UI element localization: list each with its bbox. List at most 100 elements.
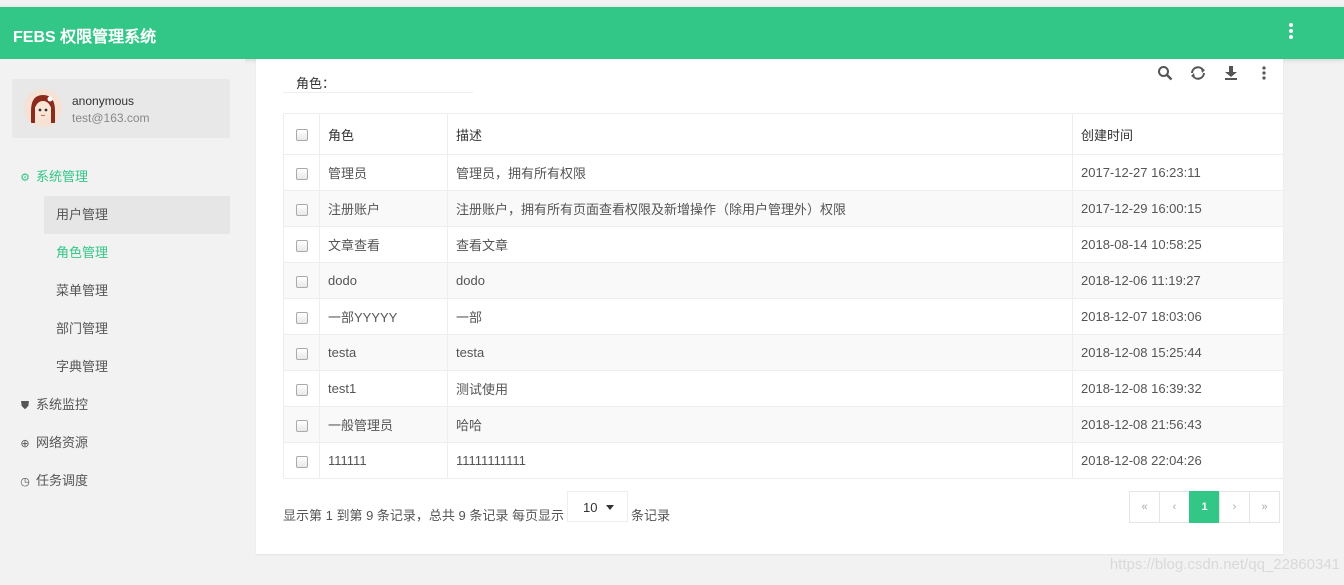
- table-row[interactable]: 一般管理员 哈哈 2018-12-08 21:56:43: [283, 406, 1284, 443]
- page-first-button[interactable]: «: [1129, 491, 1160, 523]
- cell-description: testa: [447, 334, 1073, 371]
- nav-label: 网络资源: [36, 435, 89, 450]
- cell-role: 注册账户: [319, 190, 448, 227]
- cell-created: 2017-12-27 16:23:11: [1072, 154, 1284, 191]
- cell-created: 2017-12-29 16:00:15: [1072, 190, 1284, 227]
- sidebar-item-dictionary[interactable]: 字典管理: [44, 348, 230, 386]
- cell-created: 2018-12-08 15:25:44: [1072, 334, 1284, 371]
- nav-network-resources[interactable]: ⊕ 网络资源: [0, 424, 245, 462]
- select-all-checkbox[interactable]: [295, 129, 308, 142]
- page-size-value: 10: [583, 500, 598, 515]
- sidebar: anonymous test@163.com ⚙ 系统管理 用户管理 角色管理 菜…: [0, 59, 245, 585]
- column-header-role[interactable]: 角色: [319, 113, 448, 155]
- download-icon[interactable]: [1221, 65, 1241, 85]
- table-row[interactable]: testa testa 2018-12-08 15:25:44: [283, 334, 1284, 371]
- row-checkbox[interactable]: [295, 167, 308, 180]
- table-row[interactable]: 一部YYYYY 一部 2018-12-07 18:03:06: [283, 298, 1284, 335]
- cell-role: 111111: [319, 442, 448, 479]
- nav-task-scheduling[interactable]: ◷ 任务调度: [0, 462, 245, 500]
- pagination-suffix: 条记录: [631, 508, 671, 523]
- nav-system-management[interactable]: ⚙ 系统管理: [0, 158, 245, 196]
- cell-role: dodo: [319, 262, 448, 299]
- gear-icon: ⚙: [20, 172, 30, 184]
- refresh-icon[interactable]: [1188, 65, 1208, 85]
- select-all-cell: [283, 113, 320, 155]
- cell-created: 2018-12-06 11:19:27: [1072, 262, 1284, 299]
- avatar: [24, 89, 62, 127]
- row-checkbox-cell: [283, 298, 320, 335]
- chevron-down-icon: [606, 505, 614, 510]
- cell-role: test1: [319, 370, 448, 407]
- row-checkbox-cell: [283, 334, 320, 371]
- cell-description: 测试使用: [447, 370, 1073, 407]
- page-size-select[interactable]: 10: [567, 491, 628, 522]
- table-row[interactable]: 111111 11111111111 2018-12-08 22:04:26: [283, 442, 1284, 479]
- cell-description: dodo: [447, 262, 1073, 299]
- nav-label: 系统管理: [36, 169, 89, 184]
- sidebar-item-roles[interactable]: 角色管理: [44, 234, 230, 272]
- page-prev-button[interactable]: ‹: [1159, 491, 1190, 523]
- row-checkbox[interactable]: [295, 203, 308, 216]
- user-email: test@163.com: [72, 111, 150, 125]
- nav-label: 任务调度: [36, 473, 89, 488]
- row-checkbox-cell: [283, 154, 320, 191]
- row-checkbox[interactable]: [295, 347, 308, 360]
- user-card[interactable]: anonymous test@163.com: [12, 79, 230, 138]
- sidebar-item-users[interactable]: 用户管理: [44, 196, 230, 234]
- cell-created: 2018-12-07 18:03:06: [1072, 298, 1284, 335]
- cell-description: 注册账户，拥有所有页面查看权限及新增操作（除用户管理外）权限: [447, 190, 1073, 227]
- role-filter-label: 角色：: [296, 76, 336, 91]
- table-row[interactable]: test1 测试使用 2018-12-08 16:39:32: [283, 370, 1284, 407]
- table-row[interactable]: 注册账户 注册账户，拥有所有页面查看权限及新增操作（除用户管理外）权限 2017…: [283, 190, 1284, 227]
- cell-description: 一部: [447, 298, 1073, 335]
- row-checkbox-cell: [283, 370, 320, 407]
- cell-created: 2018-12-08 22:04:26: [1072, 442, 1284, 479]
- page-current-button[interactable]: 1: [1189, 491, 1220, 523]
- row-checkbox[interactable]: [295, 455, 308, 468]
- column-header-description[interactable]: 描述: [447, 113, 1073, 155]
- table-row[interactable]: dodo dodo 2018-12-06 11:19:27: [283, 262, 1284, 299]
- cell-role: 一般管理员: [319, 406, 448, 443]
- cell-role: testa: [319, 334, 448, 371]
- row-checkbox[interactable]: [295, 275, 308, 288]
- pagination: « ‹ 1 › »: [1129, 491, 1280, 523]
- row-checkbox-cell: [283, 262, 320, 299]
- pagination-info: 显示第 1 到第 9 条记录，总共 9 条记录 每页显示: [283, 508, 564, 523]
- more-menu-icon[interactable]: [1286, 23, 1296, 43]
- cell-description: 管理员，拥有所有权限: [447, 154, 1073, 191]
- table-row[interactable]: 管理员 管理员，拥有所有权限 2017-12-27 16:23:11: [283, 154, 1284, 191]
- user-name: anonymous: [72, 94, 135, 108]
- row-checkbox-cell: [283, 226, 320, 263]
- cell-role: 一部YYYYY: [319, 298, 448, 335]
- globe-icon: ⊕: [20, 438, 30, 450]
- sidebar-item-menus[interactable]: 菜单管理: [44, 272, 230, 310]
- search-icon[interactable]: [1155, 65, 1175, 85]
- cell-description: 哈哈: [447, 406, 1073, 443]
- cell-description: 查看文章: [447, 226, 1073, 263]
- more-vertical-icon[interactable]: [1254, 65, 1274, 85]
- watermark: https://blog.csdn.net/qq_22860341: [1109, 556, 1340, 573]
- top-header: FEBS 权限管理系统: [0, 7, 1344, 59]
- row-checkbox[interactable]: [295, 239, 308, 252]
- column-header-created[interactable]: 创建时间: [1072, 113, 1284, 155]
- cell-role: 管理员: [319, 154, 448, 191]
- app-brand[interactable]: FEBS 权限管理系统: [13, 23, 156, 47]
- cell-role: 文章查看: [319, 226, 448, 263]
- nav-system-monitor[interactable]: ⛊ 系统监控: [0, 386, 245, 424]
- role-filter: 角色：: [283, 65, 473, 93]
- nav-label: 系统监控: [36, 397, 89, 412]
- table-header-row: 角色 描述 创建时间: [283, 113, 1284, 155]
- clock-icon: ◷: [20, 476, 30, 488]
- cell-created: 2018-08-14 10:58:25: [1072, 226, 1284, 263]
- role-table: 角色 描述 创建时间 管理员 管理员，拥有所有权限 2017-12-27 16:…: [283, 113, 1284, 479]
- row-checkbox[interactable]: [295, 419, 308, 432]
- table-row[interactable]: 文章查看 查看文章 2018-08-14 10:58:25: [283, 226, 1284, 263]
- row-checkbox[interactable]: [295, 383, 308, 396]
- page-last-button[interactable]: »: [1249, 491, 1280, 523]
- role-filter-input[interactable]: [339, 69, 469, 89]
- sidebar-item-departments[interactable]: 部门管理: [44, 310, 230, 348]
- row-checkbox[interactable]: [295, 311, 308, 324]
- cell-description: 11111111111: [447, 442, 1073, 479]
- page-next-button[interactable]: ›: [1219, 491, 1250, 523]
- row-checkbox-cell: [283, 406, 320, 443]
